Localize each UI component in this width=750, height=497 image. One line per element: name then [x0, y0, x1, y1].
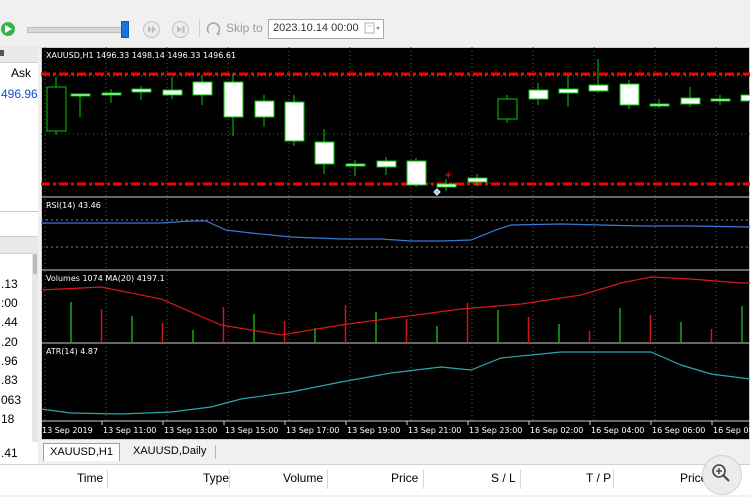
candle-body	[588, 84, 609, 92]
candle-body	[680, 97, 701, 105]
column-time[interactable]: Time	[77, 471, 103, 485]
tab-separator	[215, 445, 216, 459]
candle-body	[101, 92, 122, 96]
zoom-icon[interactable]	[702, 455, 742, 495]
chart-background	[41, 47, 750, 440]
skip-to-date-value: 2023.10.14 00:00	[273, 22, 359, 34]
candle-body	[436, 183, 457, 188]
candle-body	[70, 93, 91, 97]
candle-body	[284, 101, 305, 142]
time-axis-label: 13 Sep 19:00	[347, 426, 400, 435]
candle-body	[46, 86, 67, 132]
market-watch-panel: Ask 496.96 .13 :00 .44 .20 .96 .83 063 18 .41	[0, 46, 38, 494]
atr-label: ATR(14) 4.87	[46, 347, 98, 356]
price-chart[interactable]: + XAUUSD,H1 1496.33 1498.14 1496.33 1496.…	[41, 47, 750, 440]
time-axis-label: 13 Sep 21:00	[408, 426, 461, 435]
skip-to-date-field[interactable]: 2023.10.14 00:00	[268, 19, 384, 39]
market-watch-value: .44	[1, 315, 18, 329]
column-take-profit[interactable]: T / P	[586, 471, 611, 485]
symbol-price-label: XAUUSD,H1 1496.33 1498.14 1496.33 1496.6…	[46, 51, 236, 60]
tab-xauusd-h1[interactable]: XAUUSD,H1	[43, 443, 120, 461]
candle-body	[223, 81, 244, 118]
candle-body	[162, 89, 183, 96]
ask-value: 496.96	[1, 87, 38, 101]
time-axis-label: 16 Sep 04:00	[591, 426, 644, 435]
time-axis-label: 13 Sep 11:00	[103, 426, 156, 435]
calendar-icon[interactable]	[364, 22, 381, 35]
column-type[interactable]: Type	[203, 471, 229, 485]
rsi-label: RSI(14) 43.46	[46, 201, 101, 210]
time-axis-label: 16 Sep 02:00	[530, 426, 583, 435]
tester-toolbar: Skip to 2023.10.14 00:00	[0, 0, 750, 44]
market-watch-value: :00	[1, 296, 18, 310]
time-axis-label: 13 Sep 13:00	[164, 426, 217, 435]
candle-body	[192, 81, 213, 96]
candle-body	[649, 103, 670, 107]
market-watch-value: .41	[1, 446, 18, 460]
panel-grip	[0, 50, 4, 56]
tab-xauusd-daily[interactable]: XAUUSD,Daily	[127, 443, 212, 460]
scrollbar-thumb[interactable]	[33, 254, 37, 274]
candle-body	[406, 160, 427, 186]
time-axis-label: 13 Sep 17:00	[286, 426, 339, 435]
toolbar-separator	[199, 20, 200, 38]
market-watch-value: .20	[1, 335, 18, 349]
market-watch-header	[0, 46, 38, 63]
volumes-label: Volumes 1074 MA(20) 4197.1	[46, 274, 165, 283]
candle-body	[740, 94, 750, 102]
scrollbar[interactable]	[32, 252, 38, 442]
speed-slider-track[interactable]	[27, 27, 129, 33]
candle-body	[497, 98, 518, 120]
trade-marker: +	[444, 170, 452, 181]
play-icon[interactable]	[1, 22, 15, 36]
market-watch-value: .13	[1, 277, 18, 291]
candle-body	[376, 160, 397, 168]
ask-column-header[interactable]: Ask	[11, 66, 31, 80]
candle-body	[254, 100, 275, 118]
time-axis-label: 13 Sep 15:00	[225, 426, 278, 435]
skip-to-label[interactable]: Skip to	[226, 21, 263, 35]
candle-body	[558, 88, 579, 94]
candle-body	[131, 88, 152, 93]
step-forward-icon[interactable]	[143, 21, 160, 38]
candle-body	[710, 98, 731, 102]
candle-body	[345, 163, 366, 167]
candle-body	[314, 141, 335, 165]
market-watch-value: .96	[1, 354, 18, 368]
column-volume[interactable]: Volume	[283, 471, 323, 485]
panel-divider	[0, 211, 38, 212]
market-watch-value: 063	[1, 393, 22, 407]
column-stop-loss[interactable]: S / L	[491, 471, 516, 485]
speed-slider-thumb[interactable]	[121, 21, 129, 38]
candle-body	[467, 177, 488, 183]
candle-body	[528, 89, 549, 100]
chart-tab-bar: XAUUSD,H1 XAUUSD,Daily	[41, 441, 750, 461]
market-watch-value: 18	[1, 412, 15, 426]
market-watch-value: .83	[1, 373, 18, 387]
time-axis-label: 16 Sep 08	[713, 426, 750, 435]
time-axis-label: 13 Sep 23:00	[469, 426, 522, 435]
candle-body	[619, 83, 640, 106]
time-axis-label: 13 Sep 2019	[42, 426, 93, 435]
trade-table-header: Time Type Volume Price S / L T / P Price	[0, 455, 750, 495]
skip-to-icon[interactable]	[206, 21, 222, 37]
time-axis-label: 16 Sep 06:00	[652, 426, 705, 435]
stop-icon[interactable]	[172, 21, 189, 38]
column-price[interactable]: Price	[391, 471, 418, 485]
